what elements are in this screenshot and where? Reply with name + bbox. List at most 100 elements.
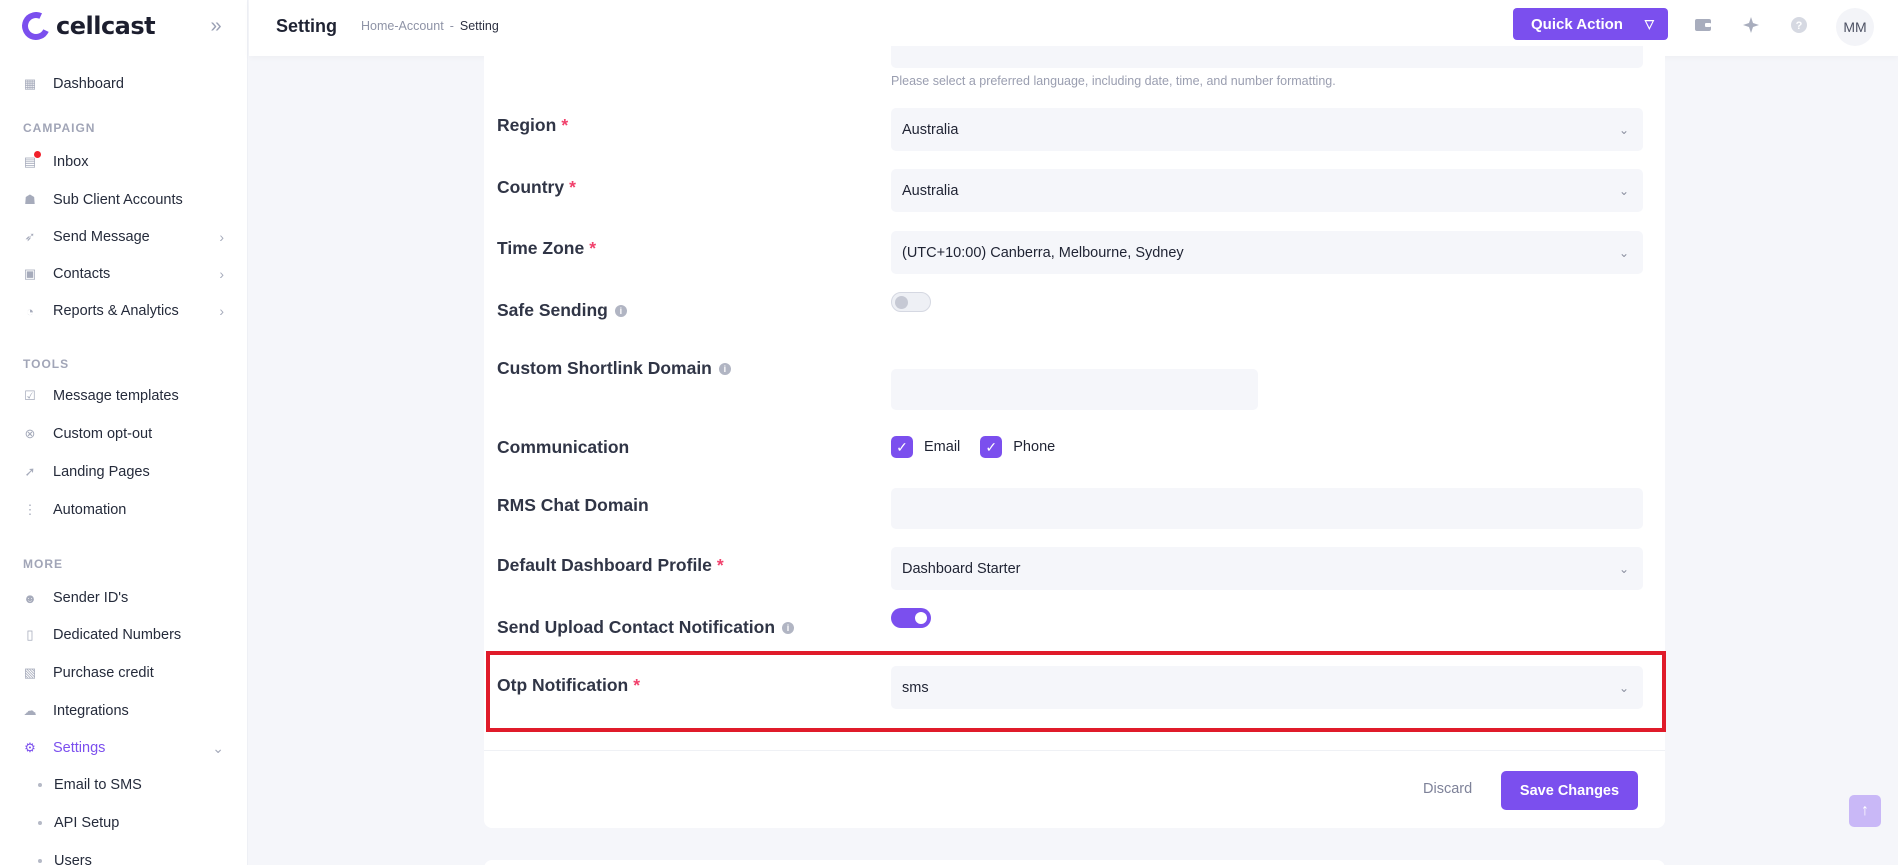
sidebar-item-automation[interactable]: ⋮ Automation — [22, 496, 228, 524]
chevron-down-icon: ⌄ — [1618, 245, 1629, 260]
help-icon[interactable]: ? — [1788, 14, 1810, 36]
sidebar-item-label: Dashboard — [53, 76, 124, 92]
arrow-up-icon: ↑ — [1861, 802, 1869, 819]
upload-notification-label-text: Send Upload Contact Notification — [497, 617, 776, 637]
chevron-down-icon: ⌄ — [1618, 561, 1629, 576]
sidebar-item-dashboard[interactable]: ▦ Dashboard — [22, 70, 228, 98]
sidebar-subitem-api-setup[interactable]: API Setup — [38, 810, 119, 836]
sparkle-icon[interactable] — [1740, 14, 1762, 36]
sidebar-item-label: Integrations — [53, 703, 129, 719]
time-zone-value: (UTC+10:00) Canberra, Melbourne, Sydney — [902, 244, 1184, 261]
info-icon[interactable]: i — [782, 621, 795, 634]
communication-options: ✓ Email ✓ Phone — [891, 436, 1055, 458]
sidebar-item-label: Purchase credit — [53, 665, 154, 681]
country-label: Country * — [497, 177, 576, 198]
info-icon[interactable]: i — [614, 304, 627, 317]
email-checkbox-label: Email — [924, 439, 961, 455]
otp-notification-label: Otp Notification * — [497, 675, 640, 696]
communication-label-text: Communication — [497, 437, 630, 457]
sidebar-item-label: Reports & Analytics — [53, 303, 179, 319]
notification-dot — [33, 150, 42, 159]
shortlink-domain-input[interactable] — [891, 369, 1258, 410]
brand-name: cellcast — [56, 12, 156, 40]
section-more: MORE — [23, 557, 63, 571]
sidebar-item-integrations[interactable]: ☁ Integrations — [22, 697, 228, 725]
cursor-icon: ➚ — [24, 464, 36, 479]
safe-sending-label-text: Safe Sending — [497, 300, 608, 320]
info-icon[interactable]: i — [718, 362, 731, 375]
country-value: Australia — [902, 182, 959, 199]
breadcrumb: Home - Account - Setting — [361, 19, 499, 33]
otp-notification-select[interactable]: sms ⌄ — [891, 666, 1643, 709]
breadcrumb-account[interactable]: Account — [399, 19, 444, 33]
breadcrumb-home[interactable]: Home — [361, 19, 394, 33]
sidebar: cellcast » ▦ Dashboard CAMPAIGN ▤ Inbox … — [0, 0, 248, 865]
sidebar-subitem-label: Email to SMS — [54, 777, 142, 793]
region-select[interactable]: Australia ⌄ — [891, 108, 1643, 151]
sidebar-item-label: Sub Client Accounts — [53, 192, 183, 208]
save-changes-button[interactable]: Save Changes — [1501, 771, 1638, 810]
contacts-icon: ▣ — [23, 266, 37, 281]
breadcrumb-separator: - — [449, 19, 454, 33]
rocket-icon: ➶ — [24, 229, 36, 244]
sidebar-item-sender-ids[interactable]: ☻ Sender ID's — [22, 584, 228, 612]
time-zone-label-text: Time Zone — [497, 238, 585, 258]
chevron-right-icon: › — [219, 303, 224, 319]
sidebar-subitem-users[interactable]: Users — [38, 848, 92, 865]
required-mark: * — [633, 675, 641, 695]
next-card — [484, 860, 1665, 865]
sidebar-item-send-message[interactable]: ➶ Send Message › — [22, 223, 228, 251]
sidebar-item-purchase-credit[interactable]: ▧ Purchase credit — [22, 659, 228, 687]
user-group-icon: ☻ — [23, 590, 37, 606]
sidebar-item-label: Landing Pages — [53, 464, 150, 480]
dashboard-profile-label: Default Dashboard Profile * — [497, 555, 724, 576]
sidebar-item-message-templates[interactable]: ☑ Message templates — [22, 382, 228, 410]
country-select[interactable]: Australia ⌄ — [891, 169, 1643, 212]
sidebar-item-custom-opt-out[interactable]: ⊗ Custom opt-out — [22, 420, 228, 448]
automation-icon: ⋮ — [23, 502, 37, 517]
language-select[interactable] — [891, 46, 1643, 68]
email-checkbox[interactable]: ✓ — [891, 436, 913, 458]
brand-logo[interactable]: cellcast — [18, 8, 156, 44]
sidebar-item-sub-client-accounts[interactable]: ☗ Sub Client Accounts — [22, 186, 228, 214]
dashboard-icon: ▦ — [23, 76, 37, 91]
time-zone-select[interactable]: (UTC+10:00) Canberra, Melbourne, Sydney … — [891, 231, 1643, 274]
sidebar-subitem-label: API Setup — [54, 815, 120, 831]
phone-checkbox-label: Phone — [1013, 439, 1056, 455]
safe-sending-toggle[interactable] — [891, 292, 931, 312]
template-icon: ☑ — [24, 388, 36, 403]
sidebar-subitem-email-to-sms[interactable]: Email to SMS — [38, 772, 142, 798]
safe-sending-label: Safe Sending i — [497, 300, 627, 321]
sidebar-item-label: Inbox — [53, 154, 89, 170]
upload-notification-toggle[interactable] — [891, 608, 931, 628]
wallet-icon[interactable] — [1692, 14, 1714, 36]
chevron-down-icon: ▽ — [1644, 17, 1654, 31]
chevron-right-icon: › — [219, 229, 224, 245]
required-mark: * — [589, 238, 597, 258]
region-value: Australia — [902, 121, 959, 138]
sidebar-item-settings[interactable]: ⚙ Settings ⌄ — [22, 734, 228, 762]
sidebar-item-label: Send Message — [53, 229, 150, 245]
breadcrumb-current: Setting — [459, 19, 499, 33]
phone-checkbox[interactable]: ✓ — [980, 436, 1003, 458]
chevron-down-icon: ⌄ — [1618, 680, 1629, 695]
sidebar-subitem-label: Users — [54, 853, 92, 865]
sidebar-item-label: Dedicated Numbers — [53, 627, 182, 643]
quick-action-button[interactable]: Quick Action ▽ — [1513, 8, 1668, 40]
collapse-sidebar-button[interactable]: » — [204, 14, 228, 38]
required-mark: * — [561, 115, 569, 135]
language-help-text: Please select a preferred language, incl… — [891, 74, 1336, 88]
sidebar-item-reports-analytics[interactable]: ◔ Reports & Analytics › — [22, 297, 228, 325]
sidebar-item-dedicated-numbers[interactable]: ▯ Dedicated Numbers — [22, 621, 228, 649]
dashboard-profile-select[interactable]: Dashboard Starter ⌄ — [891, 547, 1643, 590]
rms-chat-domain-input[interactable] — [891, 488, 1643, 529]
sidebar-item-landing-pages[interactable]: ➚ Landing Pages — [22, 458, 228, 486]
discard-button[interactable]: Discard — [1423, 781, 1472, 797]
user-avatar[interactable]: MM — [1836, 8, 1874, 46]
dashboard-profile-value: Dashboard Starter — [902, 560, 1021, 577]
country-label-text: Country — [497, 177, 565, 197]
sidebar-item-label: Sender ID's — [53, 590, 129, 606]
sidebar-item-contacts[interactable]: ▣ Contacts › — [22, 260, 228, 288]
scroll-to-top-button[interactable]: ↑ — [1849, 795, 1881, 827]
sidebar-item-inbox[interactable]: ▤ Inbox — [22, 148, 228, 176]
